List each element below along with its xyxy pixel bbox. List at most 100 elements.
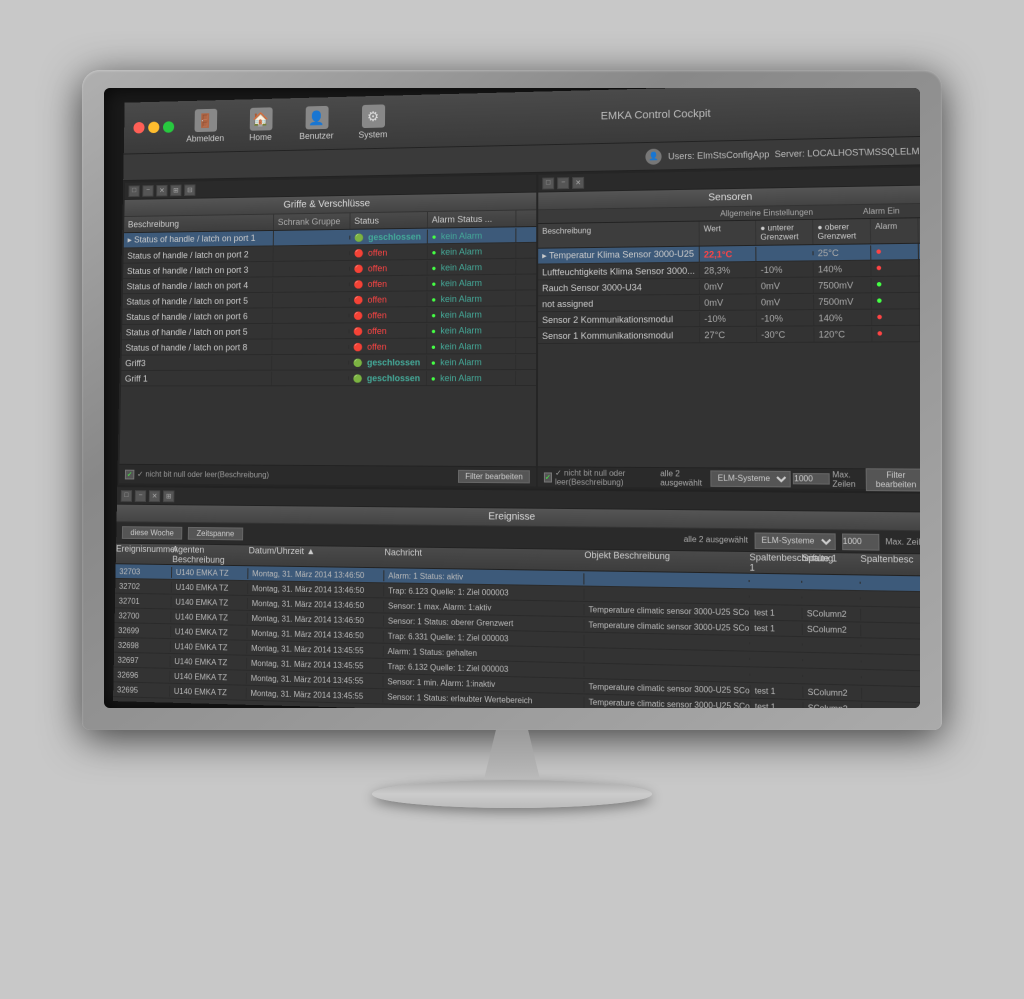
events-max-input[interactable] [842, 532, 880, 549]
griffe-gruppe [273, 281, 350, 286]
griffe-checkbox-icon[interactable]: ✓ [125, 469, 135, 479]
griffe-gruppe [272, 344, 349, 348]
col-header-beschreibung: Beschreibung [124, 214, 274, 232]
sensoren-max-input[interactable] [793, 472, 830, 484]
diese-woche-btn[interactable]: diese Woche [122, 526, 183, 539]
ecol-agent: U140 EMKA TZ [172, 581, 248, 593]
ereignisse-tb4[interactable]: ⊞ [163, 489, 175, 501]
sensoren-toolbar-btn2[interactable]: − [557, 176, 569, 188]
griffe-status: 🟢 geschlossen [350, 229, 428, 244]
sensor-unter: 0mV [757, 278, 814, 293]
zeitspanne-btn[interactable]: Zeitspanne [188, 526, 243, 539]
abmelden-icon: 🚪 [194, 108, 217, 131]
ecol-sp3 [861, 597, 920, 600]
system-icon: ⚙ [361, 104, 384, 128]
griffe-desc: ▸ Status of handle / latch on port 1 [124, 230, 274, 247]
griffe-desc: Status of handle / latch on port 2 [123, 246, 273, 261]
sensoren-elm-select[interactable]: ELM-Systeme [710, 469, 790, 486]
sensoren-filter-count: alle 2 ausgewählt [660, 468, 708, 487]
griffe-status: 🟢 geschlossen [349, 354, 427, 368]
sensoren-filter-text: ✓ nicht bit null oder leer(Beschreibung) [555, 467, 660, 486]
ecol-nr: 32702 [115, 580, 172, 592]
griffe-table-row[interactable]: Status of handle / latch on port 5 🔴 off… [122, 322, 536, 340]
ecol-nr: 32703 [115, 565, 172, 577]
benutzer-button[interactable]: 👤 Benutzer [290, 99, 343, 146]
griffe-toolbar-btn2[interactable]: − [142, 184, 153, 196]
ecol-sp3 [861, 613, 920, 617]
sensor-table-row[interactable]: Sensor 1 Kommunikationsmodul 27°C -30°C … [538, 325, 920, 343]
ecol-sp2 [803, 674, 862, 677]
ecol-sp1 [750, 657, 803, 660]
griffe-gruppe [274, 235, 351, 240]
max-btn[interactable] [163, 121, 174, 133]
sensor-ober: 7500mV [814, 293, 872, 308]
ecol-nr: 32697 [114, 654, 171, 666]
griffe-status: 🔴 offen [350, 276, 428, 290]
griffe-toolbar-btn5[interactable]: ⊟ [184, 183, 195, 195]
griffe-status: 🔴 offen [350, 260, 428, 275]
griffe-desc: Status of handle / latch on port 5 [122, 324, 273, 338]
griffe-table-row[interactable]: Griff3 🟢 geschlossen ● kein Alarm [121, 354, 536, 371]
ecol-datum: Montag, 31. März 2014 13:46:50 [248, 567, 384, 580]
griffe-title: Griffe & Verschlüsse [283, 198, 370, 210]
ereignisse-tb1[interactable]: □ [121, 489, 132, 501]
home-label: Home [249, 132, 272, 142]
home-button[interactable]: 🏠 Home [234, 101, 286, 148]
events-elm-select[interactable]: ELM-Systeme [754, 531, 835, 549]
ereignisse-tb2[interactable]: − [135, 489, 146, 501]
griffe-status: 🔴 offen [350, 244, 428, 259]
sensor-desc: ▸ Temperatur Klima Sensor 3000-U25 [538, 246, 700, 263]
window-controls [133, 121, 174, 133]
griffe-filter-checkbox[interactable]: ✓ ✓ nicht bit null oder leer(Beschreibun… [125, 469, 269, 480]
sensoren-toolbar-btn3[interactable]: ✕ [572, 176, 584, 188]
abmelden-button[interactable]: 🚪 Abmelden [179, 102, 231, 149]
sensoren-filter-bar: ✓ ✓ nicht bit null oder leer(Beschreibun… [538, 466, 920, 489]
user-name: Users: ElmStsConfigApp [668, 148, 769, 160]
ecol-nachricht: Trap: 6.132 Quelle: 1: Ziel 000003 [384, 660, 585, 676]
ecol-agent: U140 EMKA TZ [171, 625, 248, 638]
close-btn[interactable] [133, 121, 144, 133]
ecol-agent: U140 EMKA TZ [171, 640, 248, 653]
griffe-filter-btn[interactable]: Filter bearbeiten [458, 469, 530, 483]
griffe-filter-text: ✓ nicht bit null oder leer(Beschreibung) [137, 469, 269, 479]
sensoren-filter-btn[interactable]: Filter bearbeiten [865, 467, 920, 490]
griffe-alarm: ● kein Alarm [427, 338, 516, 352]
ecol-sp2: SColumn2 [803, 607, 862, 620]
sensor-ober: 140% [814, 310, 872, 325]
min-btn[interactable] [148, 121, 159, 133]
griffe-alarm: ● kein Alarm [427, 370, 516, 384]
sensor-unter: -10% [756, 261, 813, 276]
griffe-table-row[interactable]: Griff 1 🟢 geschlossen ● kein Alarm [121, 369, 536, 385]
sensor-unter [756, 250, 813, 255]
griffe-status: 🟢 geschlossen [349, 370, 427, 384]
griffe-status: 🔴 offen [349, 339, 427, 353]
sensor-wert: 0mV [700, 294, 757, 309]
ecol-objekt: Temperature climatic sensor 3000-U25 SCo… [584, 680, 750, 696]
griffe-status: 🔴 offen [349, 323, 427, 337]
griffe-alarm: ● kein Alarm [427, 291, 516, 306]
sensor-wert: 27°C [700, 327, 757, 341]
sensor-table-row[interactable]: Sensor 2 Kommunikationsmodul -10% -10% 1… [538, 309, 920, 328]
griffe-toolbar-btn4[interactable]: ⊞ [170, 184, 181, 196]
monitor-container: 🚪 Abmelden 🏠 Home 👤 Benutzer ⚙ System [62, 70, 962, 930]
sensoren-table-body: ▸ Temperatur Klima Sensor 3000-U25 22,1°… [538, 243, 920, 468]
griffe-toolbar-btn3[interactable]: ✕ [156, 184, 167, 196]
sensor-unter: 0mV [757, 294, 814, 309]
system-button[interactable]: ⚙ System [346, 98, 399, 146]
sensor-unter: -10% [757, 310, 814, 325]
griffe-gruppe [273, 266, 350, 271]
ecol-sp1: test 1 [751, 700, 804, 708]
sensoren-toolbar-btn1[interactable]: □ [542, 176, 554, 188]
ecol-nachricht: Sensor: 1 Status: erlaubter Wertebereich [383, 690, 584, 707]
benutzer-label: Benutzer [299, 130, 333, 140]
griffe-toolbar-btn1[interactable]: □ [128, 184, 139, 196]
ereignisse-tb3[interactable]: ✕ [149, 489, 160, 501]
sensor-ober: 120°C [814, 326, 872, 341]
sensoren-filter-checkbox[interactable]: ✓ ✓ nicht bit null oder leer(Beschreibun… [544, 467, 660, 486]
griffe-desc: Griff3 [121, 355, 272, 369]
griffe-table-row[interactable]: Status of handle / latch on port 8 🔴 off… [122, 338, 536, 356]
griffe-alarm: ● kein Alarm [428, 275, 517, 290]
sensoren-checkbox-icon[interactable]: ✓ [544, 471, 552, 481]
ecol-objekt [584, 592, 749, 597]
ecol-sp1: test 1 [750, 684, 803, 697]
